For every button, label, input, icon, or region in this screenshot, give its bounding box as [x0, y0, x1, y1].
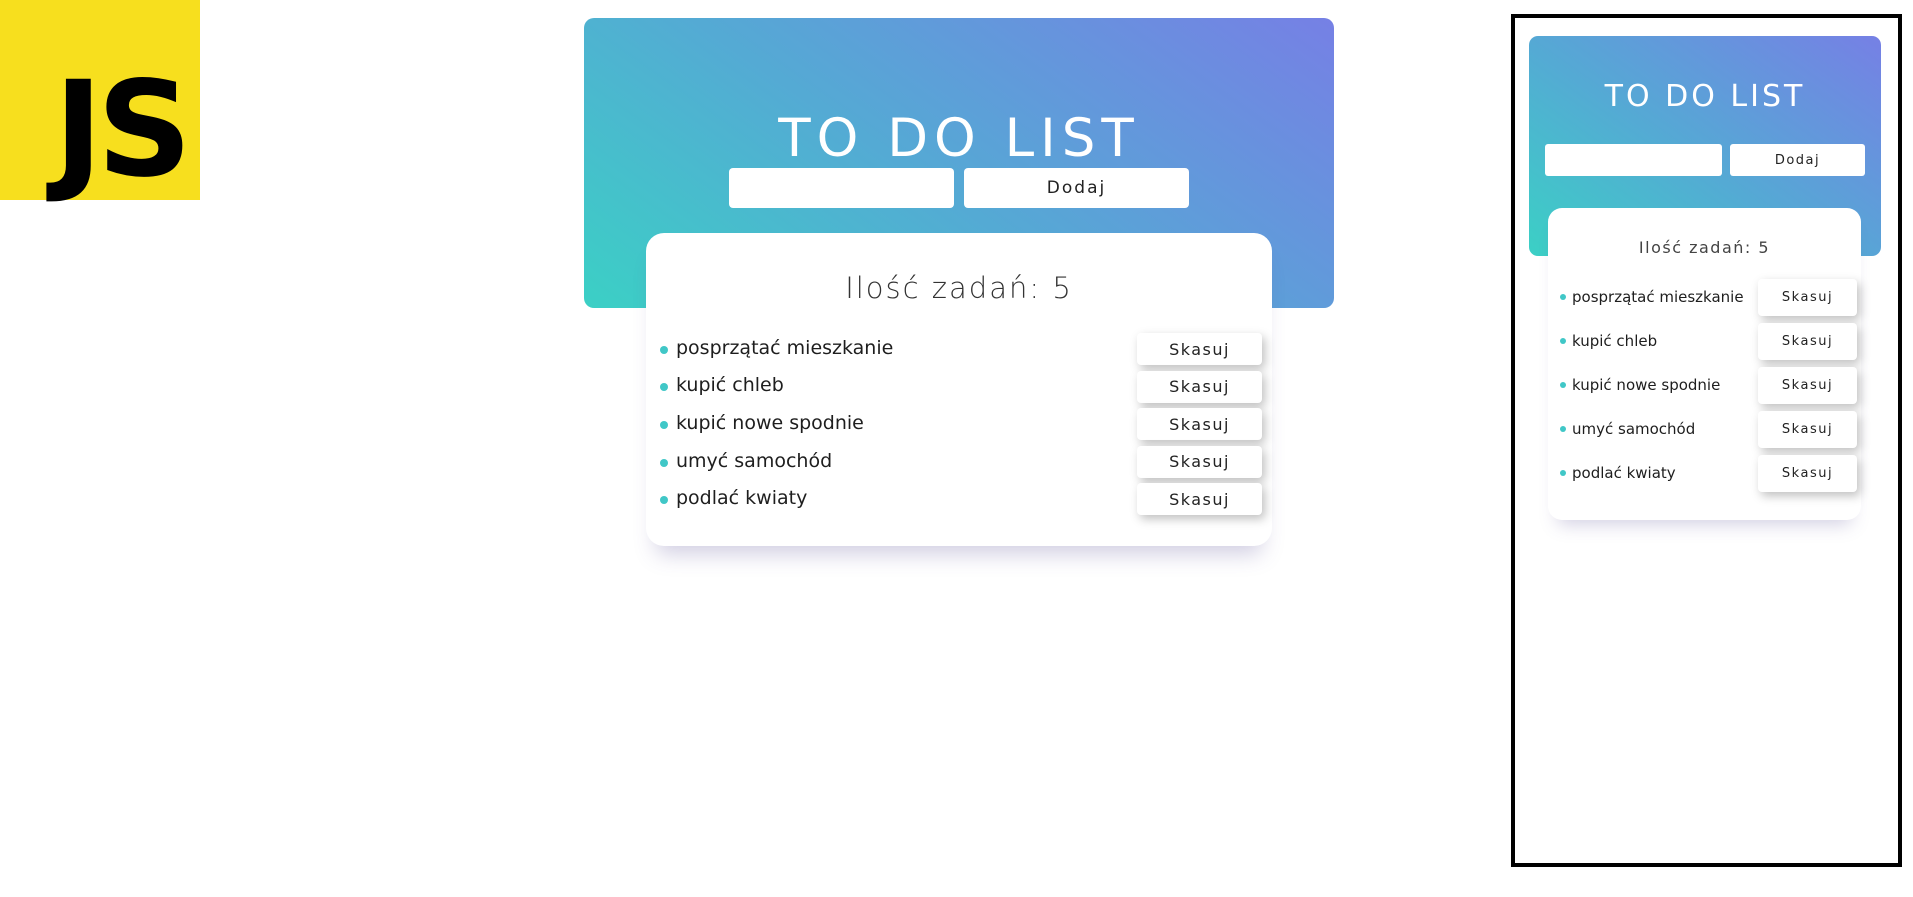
mobile-delete-task-button[interactable]: Skasuj: [1758, 455, 1857, 492]
task-list: posprzątać mieszkanie Skasuj kupić chleb…: [646, 331, 1272, 519]
todo-app: TO DO LIST Dodaj Ilość zadań: 5 posprząt…: [584, 18, 1334, 546]
bullet-icon: [660, 383, 668, 392]
mobile-task-list: posprzątać mieszkanie Skasuj kupić chleb…: [1548, 275, 1861, 495]
task-item: kupić nowe spodnie Skasuj: [660, 406, 1262, 444]
mobile-task-item: umyć samochód Skasuj: [1560, 407, 1857, 451]
mobile-task-count: Ilość zadań: 5: [1638, 238, 1771, 257]
mobile-delete-task-button[interactable]: Skasuj: [1758, 279, 1857, 316]
delete-task-button[interactable]: Skasuj: [1137, 333, 1262, 365]
task-text: kupić chleb: [676, 374, 784, 397]
mobile-task-text: posprzątać mieszkanie: [1572, 288, 1744, 306]
bullet-icon: [1560, 338, 1566, 344]
task-count: Ilość zadań: 5: [845, 271, 1073, 305]
mobile-task-item: kupić nowe spodnie Skasuj: [1560, 363, 1857, 407]
mobile-delete-task-button[interactable]: Skasuj: [1758, 323, 1857, 360]
bullet-icon: [660, 345, 668, 354]
task-item: podlać kwiaty Skasuj: [660, 481, 1262, 519]
mobile-add-task-button[interactable]: Dodaj: [1730, 144, 1865, 176]
mobile-task-text: podlać kwiaty: [1572, 464, 1676, 482]
bullet-icon: [1560, 426, 1566, 432]
mobile-preview-frame: TO DO LIST Dodaj Ilość zadań: 5 posprząt…: [1511, 14, 1902, 867]
bullet-icon: [1560, 382, 1566, 388]
task-item: kupić chleb Skasuj: [660, 369, 1262, 407]
bullet-icon: [1560, 294, 1566, 300]
task-text: podlać kwiaty: [676, 487, 808, 510]
js-logo-text: JS: [53, 53, 192, 207]
task-text: umyć samochód: [676, 449, 833, 472]
delete-task-button[interactable]: Skasuj: [1137, 445, 1262, 478]
bullet-icon: [660, 496, 668, 505]
delete-task-button[interactable]: Skasuj: [1137, 370, 1262, 403]
mobile-delete-task-button[interactable]: Skasuj: [1758, 411, 1857, 448]
mobile-task-input[interactable]: [1545, 144, 1722, 176]
task-text: posprzątać mieszkanie: [676, 336, 894, 359]
add-task-button[interactable]: Dodaj: [964, 168, 1189, 208]
mobile-delete-task-button[interactable]: Skasuj: [1758, 367, 1857, 404]
bullet-icon: [660, 420, 668, 429]
delete-task-button[interactable]: Skasuj: [1137, 408, 1262, 441]
mobile-task-text: umyć samochód: [1572, 420, 1696, 438]
task-text: kupić nowe spodnie: [676, 411, 864, 434]
task-card: Ilość zadań: 5 posprzątać mieszkanie Ska…: [646, 233, 1272, 546]
mobile-page-title: TO DO LIST: [1604, 79, 1806, 114]
bullet-icon: [1560, 470, 1566, 476]
task-input[interactable]: [729, 168, 954, 208]
mobile-task-text: kupić chleb: [1572, 332, 1658, 350]
task-item: umyć samochód Skasuj: [660, 444, 1262, 482]
js-logo: JS: [0, 0, 200, 200]
page-title: TO DO LIST: [778, 107, 1140, 169]
mobile-task-item: kupić chleb Skasuj: [1560, 319, 1857, 363]
mobile-task-card: Ilość zadań: 5 posprzątać mieszkanie Ska…: [1548, 208, 1861, 520]
bullet-icon: [660, 458, 668, 467]
mobile-task-item: posprzątać mieszkanie Skasuj: [1560, 275, 1857, 319]
mobile-task-item: podlać kwiaty Skasuj: [1560, 451, 1857, 495]
mobile-task-text: kupić nowe spodnie: [1572, 376, 1721, 394]
delete-task-button[interactable]: Skasuj: [1137, 483, 1262, 516]
task-item: posprzątać mieszkanie Skasuj: [660, 331, 1262, 369]
